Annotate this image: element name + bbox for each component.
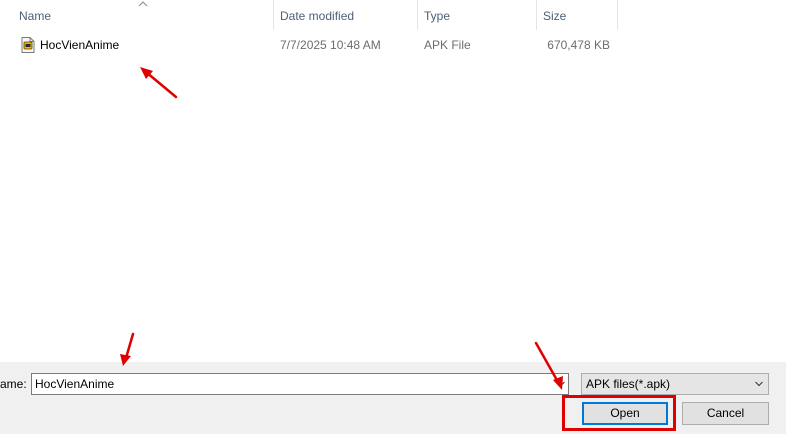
column-header-date-modified[interactable]: Date modified bbox=[274, 0, 417, 30]
file-row[interactable]: HocVienAnime 7/7/2025 10:48 AM APK File … bbox=[0, 34, 630, 56]
apk-file-icon bbox=[21, 37, 35, 53]
file-list-pane[interactable]: Name Date modified Type Size HocVienAnim… bbox=[0, 0, 786, 362]
file-name-input[interactable] bbox=[31, 373, 569, 395]
file-type-select[interactable]: APK files(*.apk) bbox=[581, 373, 769, 395]
column-header-type[interactable]: Type bbox=[418, 0, 536, 30]
chevron-down-icon bbox=[755, 381, 763, 387]
file-size: 670,478 KB bbox=[547, 38, 610, 52]
chevron-down-icon bbox=[556, 381, 565, 387]
sort-ascending-icon bbox=[138, 1, 148, 7]
file-name-history-dropdown[interactable] bbox=[553, 374, 568, 394]
column-separator[interactable] bbox=[617, 0, 618, 30]
file-type: APK File bbox=[424, 38, 471, 52]
file-name[interactable]: HocVienAnime bbox=[40, 34, 119, 56]
file-date-modified: 7/7/2025 10:48 AM bbox=[280, 38, 381, 52]
open-button[interactable]: Open bbox=[582, 402, 668, 425]
cancel-button[interactable]: Cancel bbox=[682, 402, 769, 425]
file-name-label: ame: bbox=[0, 377, 27, 391]
column-header-size[interactable]: Size bbox=[537, 0, 617, 30]
file-type-selected-label: APK files(*.apk) bbox=[586, 377, 671, 391]
